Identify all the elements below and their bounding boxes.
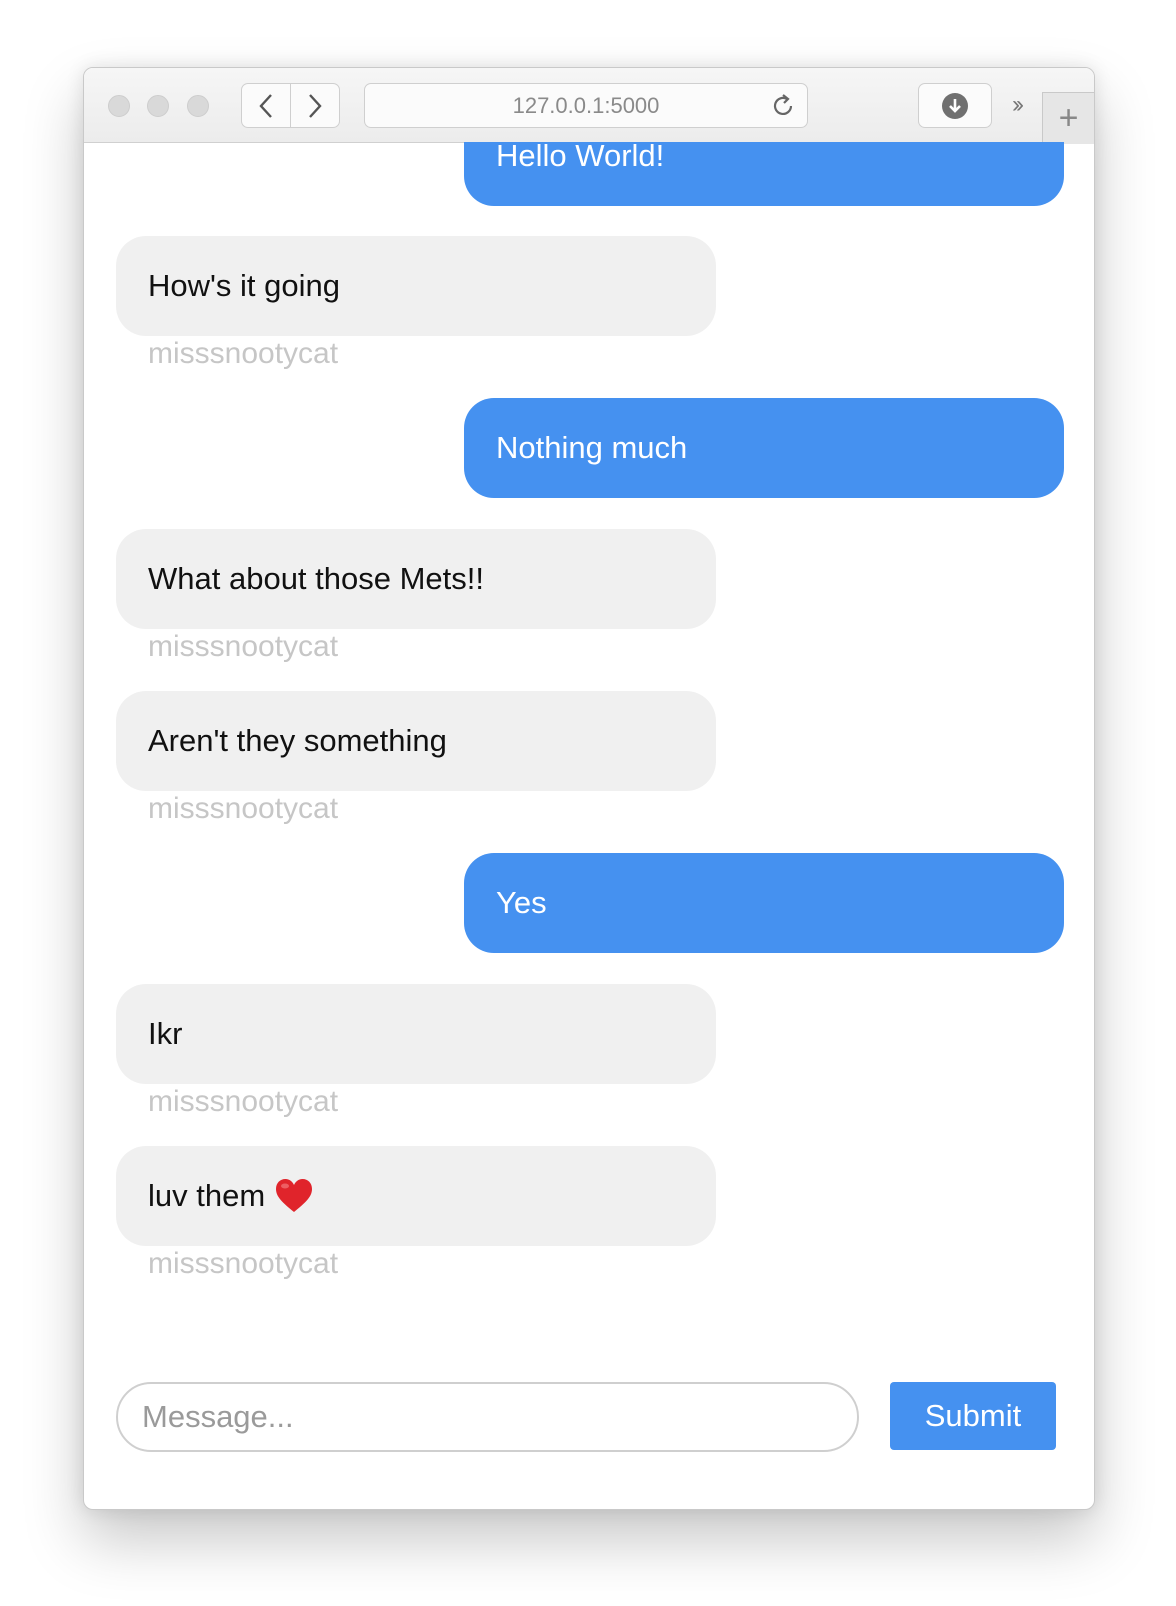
downloads-button[interactable] (918, 83, 992, 128)
sender-name: misssnootycat (148, 1085, 339, 1118)
zoom-window-button[interactable] (187, 95, 209, 117)
message-text: Yes (496, 885, 547, 920)
message-bubble-sent: Hello World! (464, 142, 1064, 206)
overflow-chevrons-icon[interactable]: ›› (1002, 88, 1030, 122)
message-bubble-received: How's it going (116, 236, 716, 336)
close-window-button[interactable] (108, 95, 130, 117)
message-text: What about those Mets!! (148, 561, 485, 596)
forward-button[interactable] (290, 83, 340, 128)
message-text: Hello World! (496, 142, 665, 173)
message-bubble-sent: Nothing much (464, 398, 1064, 498)
chevron-right-icon (309, 93, 322, 118)
new-tab-button[interactable]: + (1042, 92, 1094, 144)
heart-emoji-icon (276, 1179, 313, 1212)
sender-name: misssnootycat (148, 337, 339, 370)
browser-window: 127.0.0.1:5000 ›› + Hello World! How's i… (83, 67, 1095, 1510)
message-bubble-received: Aren't they something (116, 691, 716, 791)
minimize-window-button[interactable] (147, 95, 169, 117)
url-text: 127.0.0.1:5000 (512, 92, 660, 118)
message-bubble-received: luv them (116, 1146, 716, 1246)
message-text: luv them (148, 1178, 266, 1213)
message-bubble-received: Ikr (116, 984, 716, 1084)
reload-icon[interactable] (769, 92, 797, 120)
browser-toolbar: 127.0.0.1:5000 ›› + (84, 68, 1094, 144)
download-icon (942, 92, 968, 119)
sender-name: misssnootycat (148, 1247, 339, 1280)
back-button[interactable] (241, 83, 291, 128)
chat-area: Hello World! How's it going misssnootyca… (84, 142, 1094, 1509)
message-text: Ikr (148, 1016, 183, 1051)
sender-name: misssnootycat (148, 792, 339, 825)
chevron-left-icon (259, 93, 272, 118)
message-text: How's it going (148, 268, 341, 303)
sender-name: misssnootycat (148, 630, 339, 663)
submit-button[interactable]: Submit (890, 1382, 1056, 1450)
message-text: Nothing much (496, 430, 688, 465)
message-input[interactable] (116, 1382, 859, 1452)
message-bubble-received: What about those Mets!! (116, 529, 716, 629)
address-bar[interactable]: 127.0.0.1:5000 (364, 83, 808, 128)
message-text: Aren't they something (148, 723, 447, 758)
message-bubble-sent: Yes (464, 853, 1064, 953)
